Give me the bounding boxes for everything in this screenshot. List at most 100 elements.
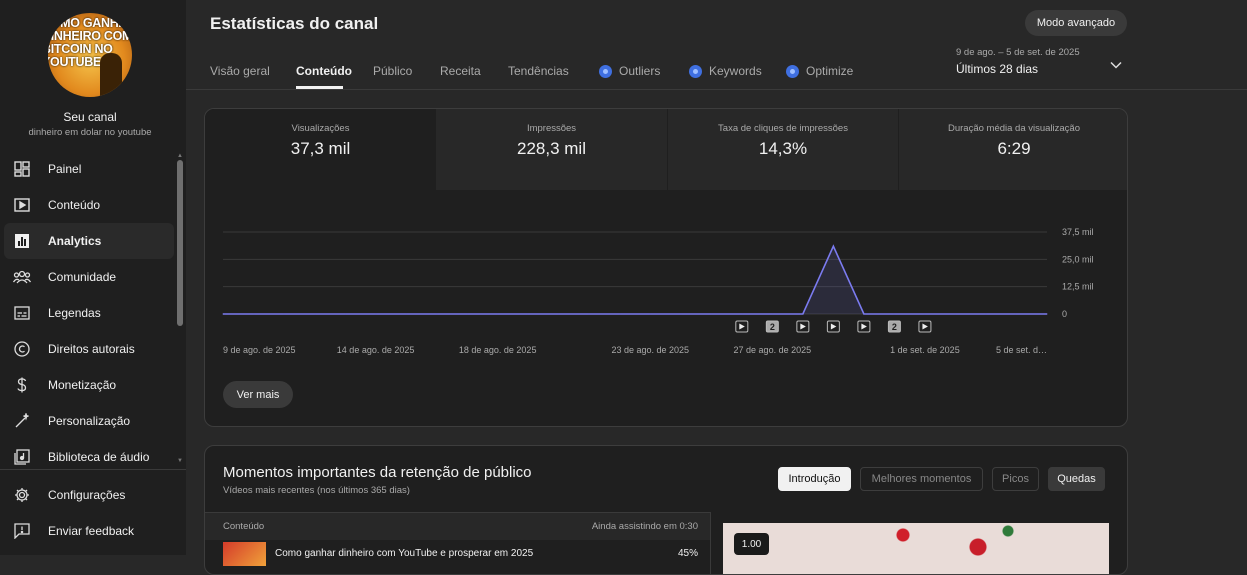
metric-ctr[interactable]: Taxa de cliques de impressões 14,3% xyxy=(667,109,898,190)
sidebar-item-label: Comunidade xyxy=(48,270,117,284)
scroll-up-arrow[interactable]: ▲ xyxy=(177,153,183,159)
video-publish-marker[interactable] xyxy=(918,320,932,333)
multi-video-marker[interactable]: 2 xyxy=(765,320,779,333)
playback-speed-badge[interactable]: 1.00 xyxy=(734,533,769,555)
y-tick-label: 37,5 mil xyxy=(1062,227,1094,237)
advanced-mode-button[interactable]: Modo avançado xyxy=(1025,10,1127,36)
data-point xyxy=(405,313,407,315)
data-point xyxy=(283,313,285,315)
main-content: Estatísticas do canal Modo avançado Visã… xyxy=(186,0,1247,575)
chevron-down-icon[interactable] xyxy=(1110,56,1122,74)
multi-video-marker[interactable]: 2 xyxy=(887,320,901,333)
video-publish-marker[interactable] xyxy=(735,320,749,333)
scroll-down-arrow[interactable]: ▼ xyxy=(177,458,183,464)
chip-picos[interactable]: Picos xyxy=(992,467,1039,491)
sidebar-item-label: Enviar feedback xyxy=(48,524,135,538)
sidebar-item-label: Analytics xyxy=(48,234,102,248)
date-range-text[interactable]: 9 de ago. – 5 de set. de 2025 xyxy=(956,47,1080,58)
sidebar-item-comunidade[interactable]: Comunidade xyxy=(4,259,174,295)
dashboard-icon xyxy=(12,159,32,179)
metric-views[interactable]: Visualizações 37,3 mil xyxy=(205,109,436,190)
panel-divider xyxy=(710,512,711,574)
community-icon xyxy=(12,267,32,287)
video-publish-marker[interactable] xyxy=(857,320,871,333)
column-header-content: Conteúdo xyxy=(223,521,265,532)
data-point xyxy=(619,313,621,315)
channel-handle: dinheiro em dolar no youtube xyxy=(28,127,152,138)
x-tick-label: 27 de ago. de 2025 xyxy=(734,345,812,355)
extension-icon xyxy=(786,64,799,78)
metric-value: 14,3% xyxy=(758,139,808,158)
sidebar-item-monetizacao[interactable]: Monetização xyxy=(4,367,174,403)
retention-percentage: 45% xyxy=(677,548,698,559)
tab-tendencias[interactable]: Tendências xyxy=(508,64,569,78)
chip-melhores-momentos[interactable]: Melhores momentos xyxy=(860,467,983,491)
data-point xyxy=(588,313,590,315)
channel-name: Seu canal xyxy=(63,110,117,124)
y-tick-label: 25,0 mil xyxy=(1062,254,1094,264)
sidebar-item-conteudo[interactable]: Conteúdo xyxy=(4,187,174,223)
data-point xyxy=(436,313,438,315)
sidebar-item-label: Painel xyxy=(48,162,82,176)
x-tick-label: 5 de set. d… xyxy=(996,345,1047,355)
extension-icon xyxy=(599,64,612,78)
sidebar-item-label: Legendas xyxy=(48,306,101,320)
data-point xyxy=(680,313,682,315)
data-point xyxy=(985,313,987,315)
tab-conteudo[interactable]: Conteúdo xyxy=(296,64,352,78)
sidebar-item-painel[interactable]: Painel xyxy=(4,151,174,187)
data-point xyxy=(375,313,377,315)
tab-visao-geral[interactable]: Visão geral xyxy=(210,64,270,78)
data-point xyxy=(802,313,804,315)
tab-optimize[interactable]: Optimize xyxy=(786,64,853,78)
table-header: Conteúdo Ainda assistindo em 0:30 xyxy=(205,512,710,540)
sidebar-item-enviar-feedback[interactable]: Enviar feedback xyxy=(4,513,174,549)
x-tick-label: 14 de ago. de 2025 xyxy=(337,345,415,355)
metric-value: 37,3 mil xyxy=(290,139,351,158)
tab-outliers[interactable]: Outliers xyxy=(599,64,660,78)
chip-quedas[interactable]: Quedas xyxy=(1048,467,1105,491)
x-tick-label: 1 de set. de 2025 xyxy=(890,345,960,355)
tab-receita[interactable]: Receita xyxy=(440,64,481,78)
series-line xyxy=(223,244,1047,315)
svg-text:2: 2 xyxy=(770,322,775,332)
sidebar-item-analytics[interactable]: Analytics xyxy=(4,223,174,259)
date-period-selector[interactable]: Últimos 28 dias xyxy=(956,62,1038,76)
metric-avg-view-duration[interactable]: Duração média da visualização 6:29 xyxy=(898,109,1127,190)
data-point xyxy=(466,313,468,315)
avatar-figure xyxy=(100,53,122,97)
see-more-button[interactable]: Ver mais xyxy=(223,381,293,408)
data-point xyxy=(1046,313,1048,315)
tab-keywords[interactable]: Keywords xyxy=(689,64,762,78)
metric-label: Taxa de cliques de impressões xyxy=(718,123,848,134)
metric-value: 228,3 mil xyxy=(517,139,586,158)
chip-introducao[interactable]: Introdução xyxy=(778,467,851,491)
x-tick-label: 18 de ago. de 2025 xyxy=(459,345,537,355)
sidebar-item-configuracoes[interactable]: Configurações xyxy=(4,477,174,513)
dollar-icon xyxy=(12,375,32,395)
tab-label: Outliers xyxy=(619,64,661,78)
tab-publico[interactable]: Público xyxy=(373,64,412,78)
y-tick-label: 12,5 mil xyxy=(1062,282,1094,292)
metric-label: Visualizações xyxy=(291,123,350,134)
tab-label: Optimize xyxy=(806,64,854,78)
sidebar-item-personalizacao[interactable]: Personalização xyxy=(4,403,174,439)
data-point xyxy=(558,313,560,315)
video-publish-marker[interactable] xyxy=(796,320,810,333)
metric-impressions[interactable]: Impressões 228,3 mil xyxy=(436,109,667,190)
video-preview[interactable] xyxy=(723,523,1109,574)
column-header-retention: Ainda assistindo em 0:30 xyxy=(591,521,698,532)
feedback-icon xyxy=(12,521,32,541)
table-row[interactable]: Como ganhar dinheiro com YouTube e prosp… xyxy=(205,540,710,568)
sidebar-scrollbar[interactable] xyxy=(177,160,183,326)
data-point xyxy=(954,313,956,315)
video-publish-marker[interactable] xyxy=(826,320,840,333)
sidebar-item-direitos-autorais[interactable]: Direitos autorais xyxy=(4,331,174,367)
data-point xyxy=(893,313,895,315)
channel-avatar[interactable]: COMO GANHAR DINHEIRO COM BITCOIN NO YOUT… xyxy=(48,13,132,97)
copyright-icon xyxy=(12,339,32,359)
sidebar-item-legendas[interactable]: Legendas xyxy=(4,295,174,331)
metric-label: Impressões xyxy=(526,123,577,134)
data-point xyxy=(344,313,346,315)
retention-subtitle: Vídeos mais recentes (nos últimos 365 di… xyxy=(223,485,410,496)
